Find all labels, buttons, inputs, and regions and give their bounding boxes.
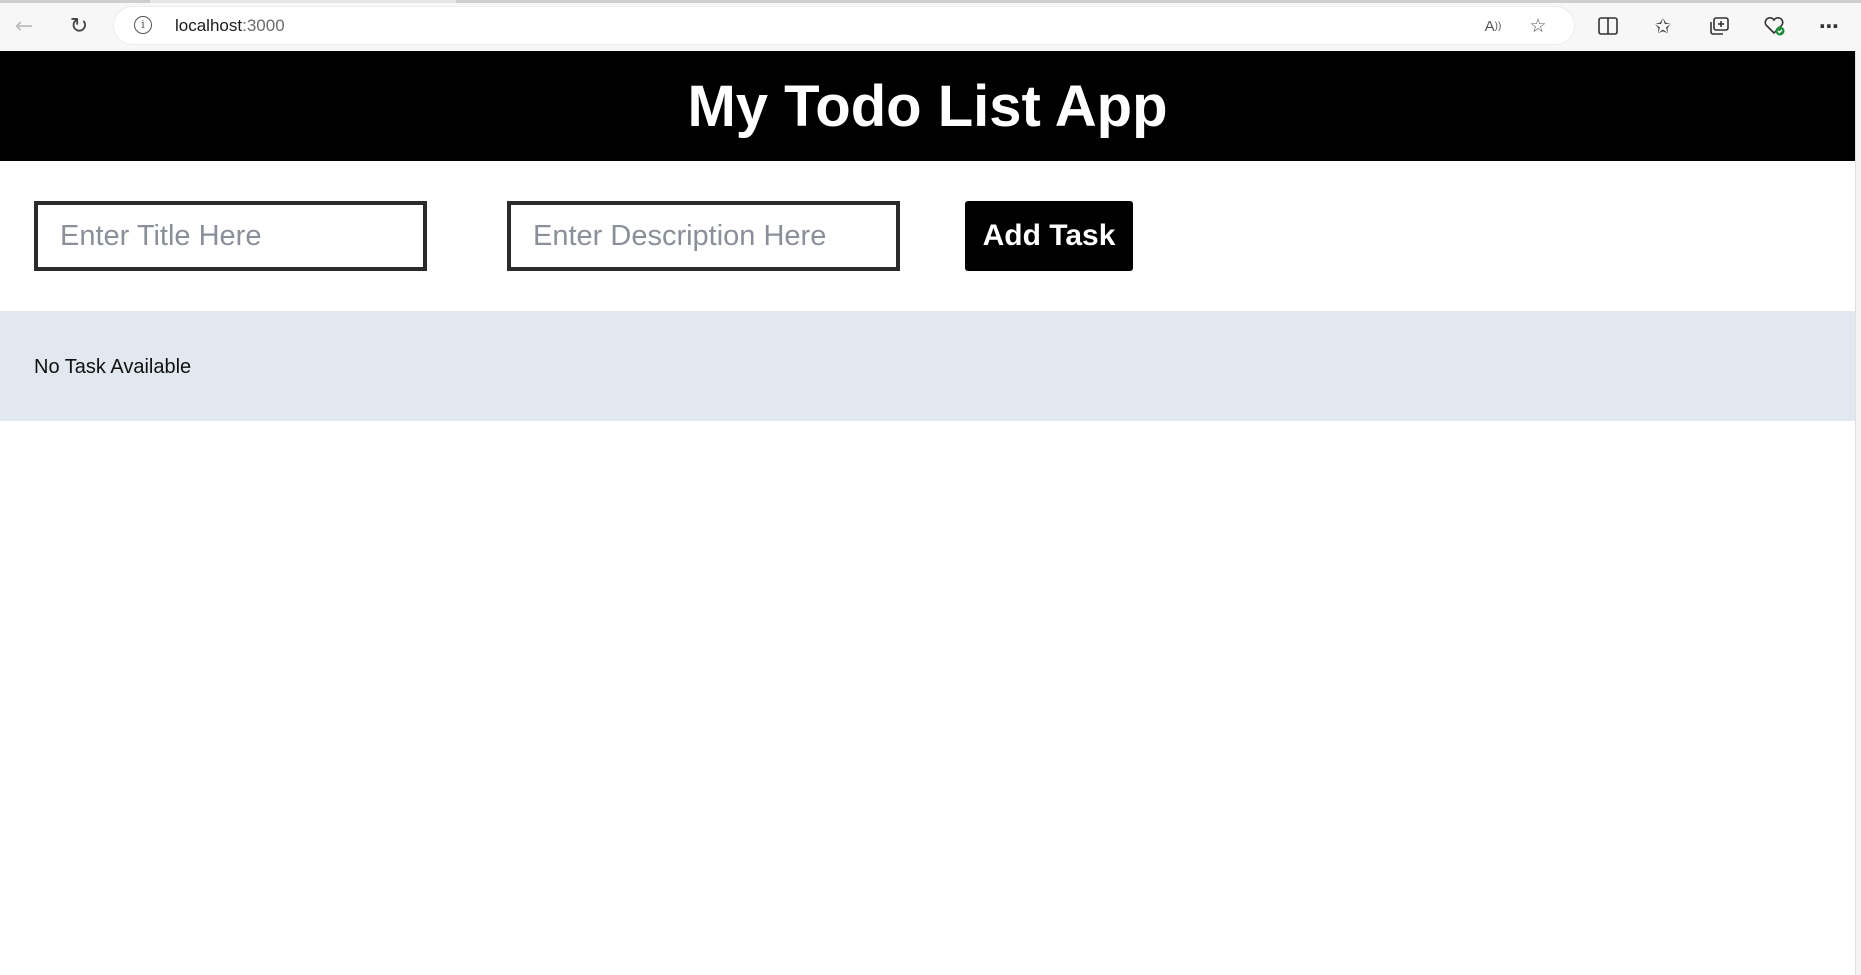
favorite-star-icon[interactable]: ☆ xyxy=(1525,15,1551,37)
split-screen-svg xyxy=(1598,17,1618,35)
scrollbar[interactable] xyxy=(1855,51,1861,975)
page-title: My Todo List App xyxy=(687,73,1168,139)
more-menu-icon[interactable]: ⋯ xyxy=(1814,12,1844,40)
app-header: My Todo List App xyxy=(0,51,1855,161)
collections-icon[interactable] xyxy=(1704,12,1734,40)
add-task-button[interactable]: Add Task xyxy=(965,201,1133,271)
title-input[interactable] xyxy=(34,201,427,271)
browser-toolbar: ← ↻ i localhost:3000 A)) ☆ ✩ ⋯ xyxy=(0,0,1861,51)
url-port: :3000 xyxy=(242,16,285,35)
site-info-icon[interactable]: i xyxy=(134,16,152,34)
tab-strip xyxy=(0,0,1861,3)
read-aloud-icon[interactable]: A)) xyxy=(1480,15,1506,37)
tab-strip-segment xyxy=(456,0,1861,3)
url-host: localhost xyxy=(175,16,243,35)
active-tab-indicator xyxy=(0,0,150,3)
back-arrow-icon[interactable]: ← xyxy=(6,10,42,42)
browser-essentials-icon[interactable] xyxy=(1759,12,1789,40)
favorites-list-icon[interactable]: ✩ xyxy=(1648,12,1678,40)
split-screen-icon[interactable] xyxy=(1593,12,1623,40)
page-content: My Todo List App Add Task No Task Availa… xyxy=(0,51,1855,975)
collections-svg xyxy=(1710,17,1729,35)
address-bar[interactable]: i localhost:3000 A)) ☆ xyxy=(114,7,1574,44)
description-input[interactable] xyxy=(507,201,900,271)
refresh-icon[interactable]: ↻ xyxy=(61,10,97,42)
essentials-svg xyxy=(1764,16,1785,36)
empty-state-message: No Task Available xyxy=(34,356,192,378)
task-list: No Task Available xyxy=(0,311,1855,421)
url-text[interactable]: localhost:3000 xyxy=(175,16,285,36)
